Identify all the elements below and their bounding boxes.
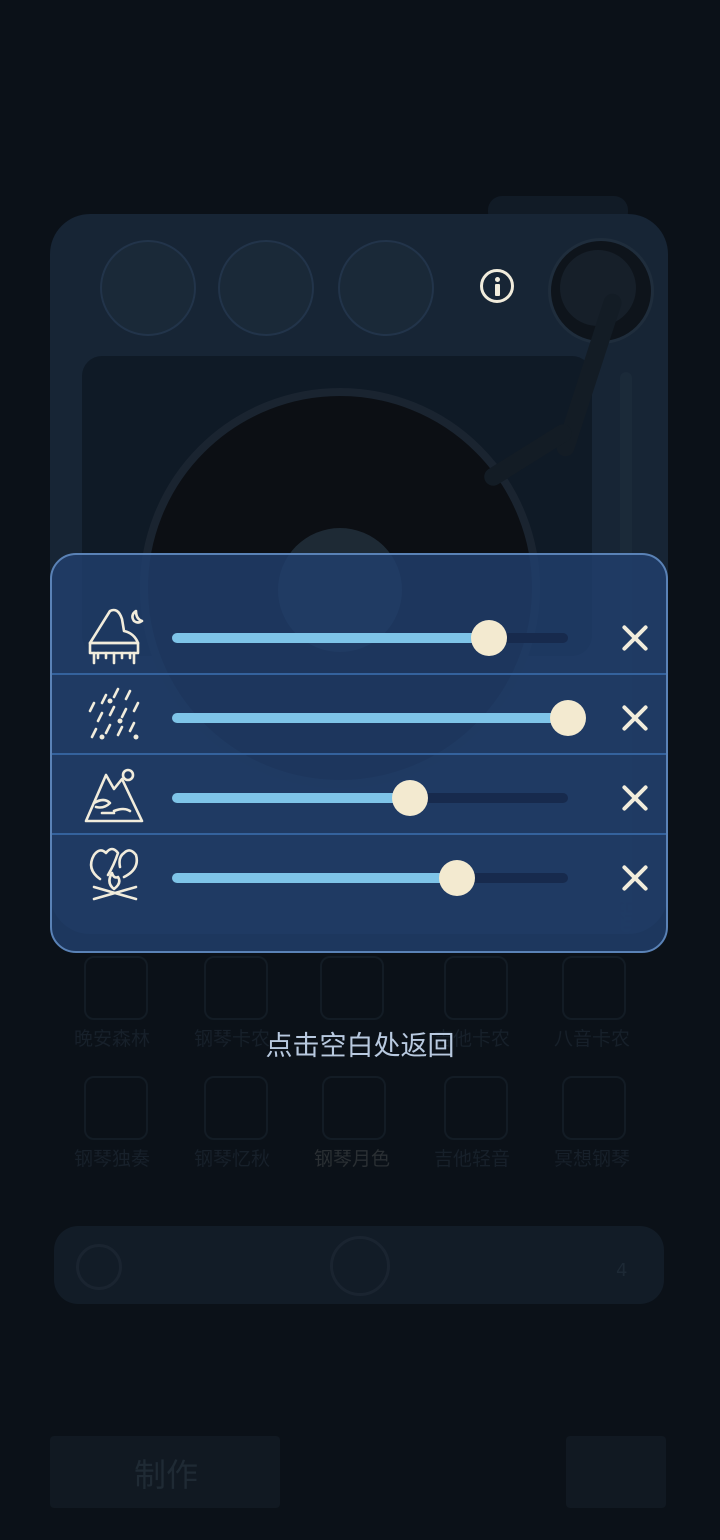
mixer-row xyxy=(52,597,670,677)
volume-slider-fill xyxy=(172,873,457,883)
rain-sound-button xyxy=(100,240,196,336)
timer-icon xyxy=(76,1244,122,1290)
info-icon[interactable] xyxy=(480,269,514,303)
volume-slider-track[interactable] xyxy=(172,620,568,656)
volume-slider-thumb[interactable] xyxy=(471,620,507,656)
volume-badge: 4 xyxy=(616,1260,628,1281)
piano-icon xyxy=(204,1076,268,1140)
piano-icon xyxy=(562,1076,626,1140)
remove-sound-icon[interactable] xyxy=(618,861,652,895)
row-divider xyxy=(52,833,666,835)
volume-slider-fill xyxy=(172,633,489,643)
disc-icon xyxy=(320,956,384,1020)
guitar-icon xyxy=(444,956,508,1020)
volume-slider-thumb[interactable] xyxy=(439,860,475,896)
grid-label: 吉他轻音 xyxy=(434,1148,511,1170)
mixer-row xyxy=(52,677,670,757)
volume-slider-fill xyxy=(172,713,568,723)
make-button: 制作 xyxy=(50,1436,280,1508)
piano-moon-icon xyxy=(88,608,144,665)
mixer-row xyxy=(52,757,670,837)
volume-slider-track[interactable] xyxy=(172,700,586,736)
forest-icon xyxy=(84,956,148,1020)
grid-label: 钢琴独奏 xyxy=(74,1148,151,1170)
mountain-sound-button xyxy=(218,240,314,336)
mixer-row xyxy=(52,837,670,917)
make-button-label: 制作 xyxy=(134,1456,199,1494)
player-controls: 4 xyxy=(54,1226,664,1304)
sound-mixer-panel xyxy=(50,553,668,953)
mountain-wind-icon xyxy=(84,768,144,823)
info-bar xyxy=(495,284,500,296)
grid-label-selected: 钢琴月色 xyxy=(314,1148,391,1170)
remove-sound-icon[interactable] xyxy=(618,621,652,655)
campfire-sound-button xyxy=(338,240,434,336)
back-button xyxy=(566,1436,666,1508)
info-dot xyxy=(495,277,500,282)
grid-label: 钢琴忆秋 xyxy=(194,1148,271,1170)
grid-label: 冥想钢琴 xyxy=(554,1148,631,1170)
piano-icon xyxy=(84,1076,148,1140)
campfire-icon xyxy=(89,847,139,901)
piano-moon-icon xyxy=(322,1076,386,1140)
tap-to-return-hint[interactable]: 点击空白处返回 xyxy=(0,1024,720,1063)
row-divider xyxy=(52,753,666,755)
volume-icon: 4 xyxy=(586,1242,636,1286)
row-divider xyxy=(52,673,666,675)
music-box-icon xyxy=(562,956,626,1020)
piano-icon xyxy=(204,956,268,1020)
volume-slider-track[interactable] xyxy=(172,860,568,896)
remove-sound-icon[interactable] xyxy=(618,701,652,735)
volume-slider-thumb[interactable] xyxy=(392,780,428,816)
rain-icon xyxy=(88,687,140,740)
guitar-icon xyxy=(444,1076,508,1140)
remove-sound-icon[interactable] xyxy=(618,781,652,815)
volume-slider-track[interactable] xyxy=(172,780,568,816)
volume-slider-fill xyxy=(172,793,410,803)
volume-slider-thumb[interactable] xyxy=(550,700,586,736)
pause-icon xyxy=(330,1236,390,1296)
